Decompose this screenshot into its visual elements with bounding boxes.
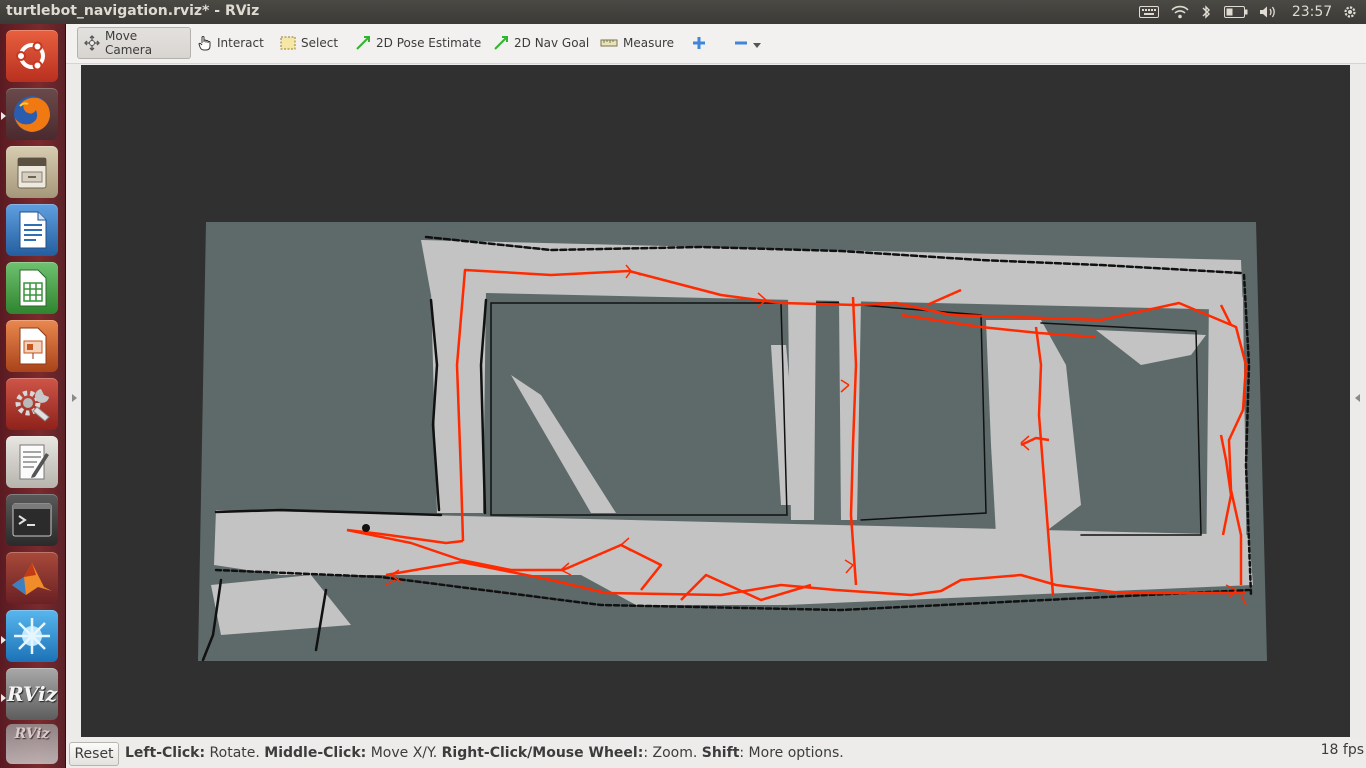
launcher-terminal[interactable] xyxy=(6,494,58,546)
volume-icon[interactable] xyxy=(1258,3,1280,21)
hint-action: : Zoom. xyxy=(643,745,702,761)
tool-label: Measure xyxy=(623,36,674,50)
measure-tool[interactable]: Measure xyxy=(594,27,680,59)
launcher-rviz[interactable]: RViz xyxy=(6,668,58,720)
wifi-icon[interactable] xyxy=(1170,3,1190,21)
tool-toolbar: Move Camera Interact Select 2D Pose Esti… xyxy=(66,24,1366,64)
tool-label: Move Camera xyxy=(105,29,153,57)
launcher: RViz RViz xyxy=(0,24,66,768)
launcher-text-editor[interactable] xyxy=(6,436,58,488)
launcher-matlab[interactable] xyxy=(6,552,58,604)
battery-icon[interactable] xyxy=(1222,3,1250,21)
settings-wrench-icon xyxy=(15,389,50,422)
pose-arrow-icon xyxy=(356,36,370,50)
matlab-icon xyxy=(12,563,52,595)
tool-label: 2D Nav Goal xyxy=(514,36,590,50)
render-viewport[interactable] xyxy=(81,65,1350,737)
chevron-down-icon xyxy=(753,43,761,48)
map-render xyxy=(198,222,1267,662)
tool-label: 2D Pose Estimate xyxy=(376,36,482,50)
status-bar: Reset Left-Click: Rotate. Middle-Click: … xyxy=(66,738,1366,768)
launcher-impress[interactable] xyxy=(6,320,58,372)
rviz-icon: RViz xyxy=(14,726,50,742)
robot-marker xyxy=(362,524,370,532)
status-hint: Left-Click: Rotate. Middle-Click: Move X… xyxy=(125,745,844,761)
minus-icon xyxy=(735,41,747,45)
fps-counter: 18 fps xyxy=(1320,742,1364,758)
2d-nav-goal-tool[interactable]: 2D Nav Goal xyxy=(487,27,595,59)
launcher-firefox[interactable] xyxy=(6,88,58,140)
launcher-writer[interactable] xyxy=(6,204,58,256)
hint-key: Shift xyxy=(701,745,740,761)
launcher-rviz-window-preview[interactable]: RViz xyxy=(6,724,58,764)
nav-goal-arrow-icon xyxy=(494,36,508,50)
launcher-ubuntu-dash[interactable] xyxy=(6,30,58,82)
impress-presentation-icon xyxy=(19,327,47,365)
file-cabinet-icon xyxy=(17,157,47,189)
right-dock-collapse-handle[interactable] xyxy=(1350,64,1366,738)
ubuntu-logo-icon xyxy=(16,41,45,71)
clock[interactable]: 23:57 xyxy=(1292,3,1332,21)
hint-key: Middle-Click: xyxy=(264,745,367,761)
move-camera-icon xyxy=(84,35,100,51)
bluetooth-icon[interactable] xyxy=(1198,3,1214,21)
rviz-window: Move Camera Interact Select 2D Pose Esti… xyxy=(66,24,1366,768)
expand-right-icon xyxy=(1355,394,1360,402)
remove-tool-button[interactable] xyxy=(728,27,767,59)
move-camera-tool[interactable]: Move Camera xyxy=(77,27,191,59)
firefox-icon xyxy=(14,96,50,132)
gear-icon[interactable] xyxy=(1340,3,1360,21)
calc-spreadsheet-icon xyxy=(19,269,47,307)
2d-pose-estimate-tool[interactable]: 2D Pose Estimate xyxy=(349,27,487,59)
select-box-icon xyxy=(280,36,296,50)
text-editor-icon xyxy=(19,444,49,480)
top-panel: turtlebot_navigation.rviz* - RViz 23:57 xyxy=(0,0,1366,24)
rviz-icon: RViz xyxy=(6,682,58,706)
reset-button[interactable]: Reset xyxy=(69,742,119,766)
expand-left-icon xyxy=(72,394,77,402)
window-title: turtlebot_navigation.rviz* - RViz xyxy=(6,3,260,19)
launcher-calc[interactable] xyxy=(6,262,58,314)
add-tool-button[interactable] xyxy=(686,27,712,59)
hint-action: Move X/Y. xyxy=(366,745,442,761)
terminal-icon xyxy=(12,503,52,537)
hint-action: Rotate. xyxy=(205,745,265,761)
keyboard-icon[interactable] xyxy=(1138,3,1160,21)
interact-tool[interactable]: Interact xyxy=(192,27,270,59)
left-dock-collapse-handle[interactable] xyxy=(66,64,80,738)
tool-label: Interact xyxy=(217,36,264,50)
hint-key: Left-Click: xyxy=(125,745,206,761)
launcher-files[interactable] xyxy=(6,146,58,198)
tool-label: Select xyxy=(301,36,339,50)
blue-star-icon xyxy=(14,618,50,654)
plus-icon xyxy=(693,37,705,49)
ruler-icon xyxy=(600,39,618,47)
launcher-system-settings[interactable] xyxy=(6,378,58,430)
select-tool[interactable]: Select xyxy=(274,27,344,59)
hand-pointer-icon xyxy=(198,36,211,51)
writer-document-icon xyxy=(19,211,47,249)
hint-key: Right-Click/Mouse Wheel: xyxy=(441,745,644,761)
hint-action: : More options. xyxy=(739,745,844,761)
launcher-unknown-app[interactable] xyxy=(6,610,58,662)
